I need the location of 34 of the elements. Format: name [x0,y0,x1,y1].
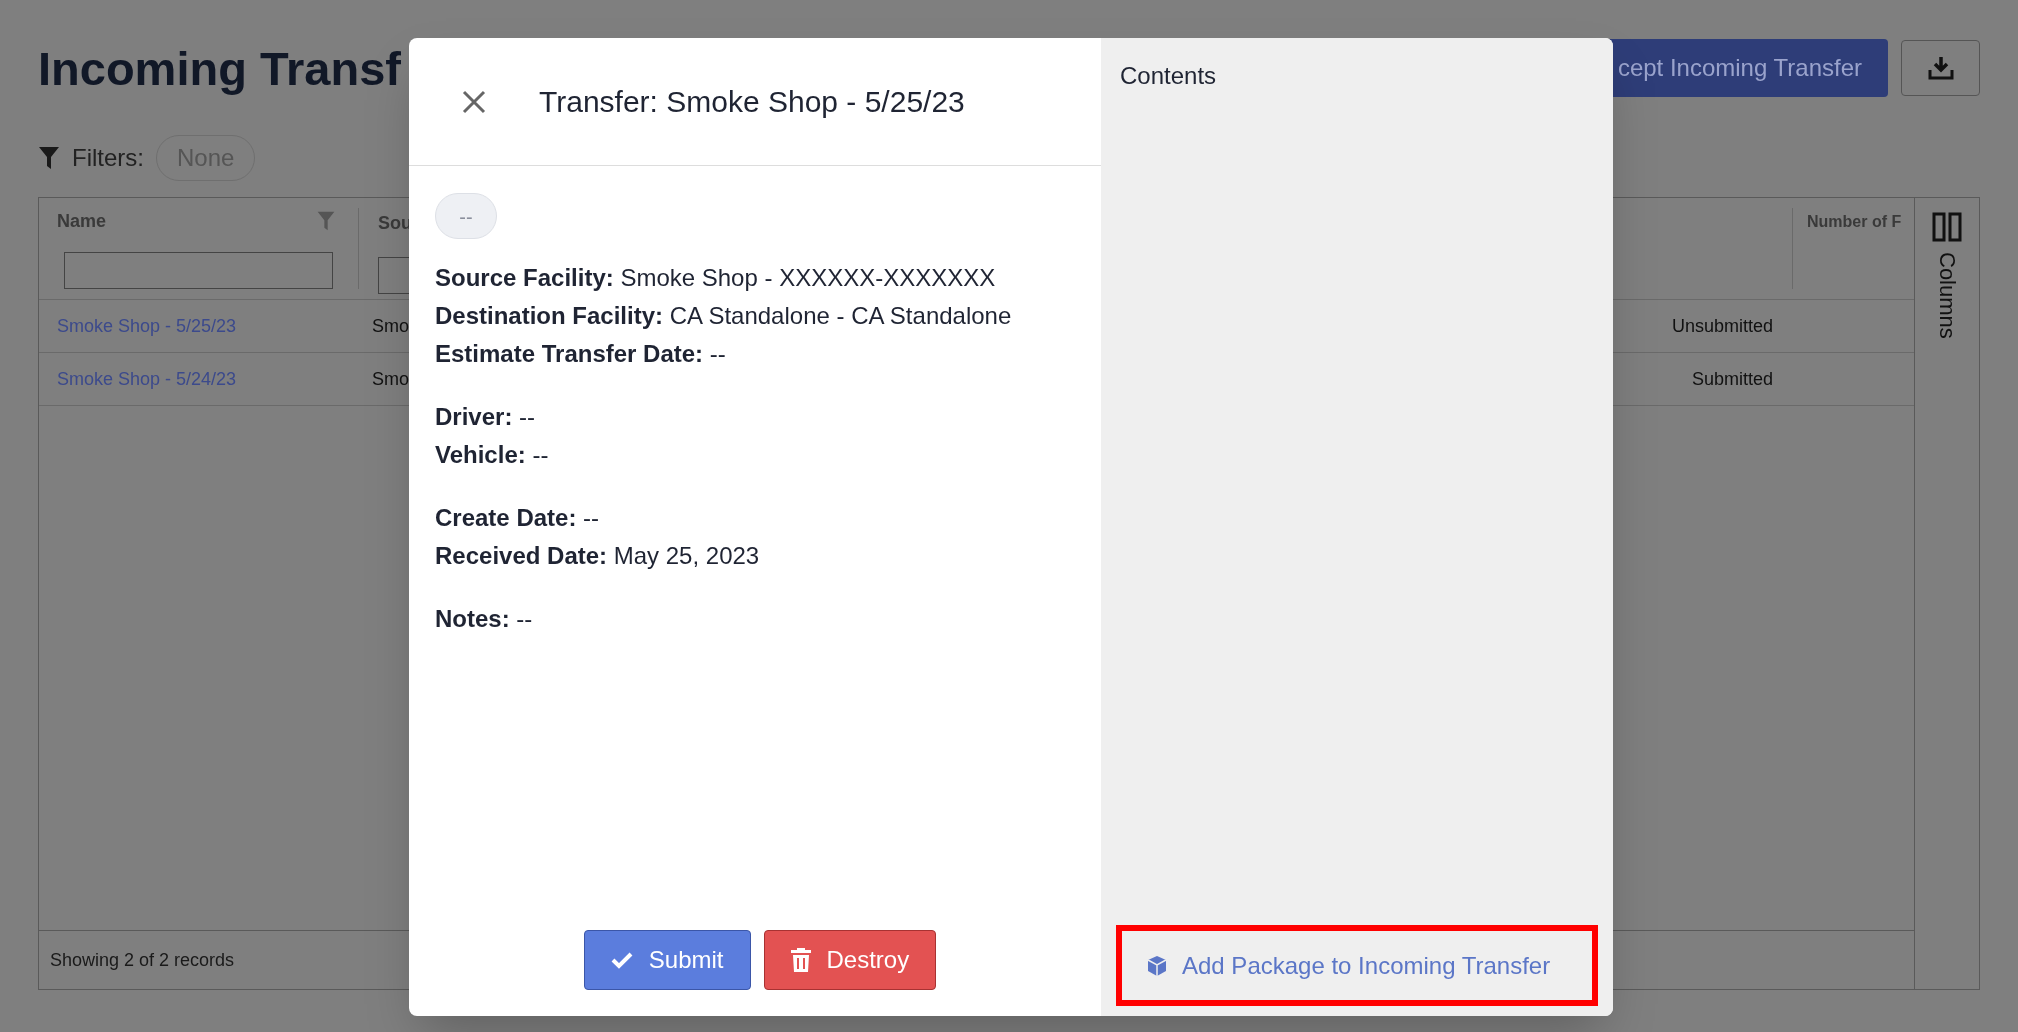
close-icon [462,89,486,114]
download-button[interactable] [1901,40,1980,96]
table-cell-text: Unsubmitted [1671,314,1773,338]
filters-label: Filters: [72,143,144,173]
table-cell-text: Smo [372,367,409,391]
record-count: Showing 2 of 2 records [50,948,235,972]
contents-heading: Contents [1120,61,1218,91]
detail-line: Create Date: -- [435,503,601,533]
detail-line: Notes: -- [435,604,534,634]
column-header[interactable]: Name [57,207,107,235]
add-package-link[interactable]: Add Package to Incoming Transfer [1146,947,1551,984]
detail-line: Source Facility: Smoke Shop - XXXXXX-XXXXXXX [435,263,997,293]
column-header[interactable]: Number of F [1807,213,1902,230]
detail-line: Estimate Transfer Date: -- [435,339,727,369]
columns-toggle[interactable]: Columns [1930,212,1964,339]
modal-title: Transfer: Smoke Shop - 5/25/23 [539,84,965,120]
detail-line: Destination Facility: CA Standalone - CA Standalone [435,301,1013,331]
filter-icon [38,146,60,170]
destroy-button[interactable]: Destroy [763,930,937,990]
detail-line: Driver: -- [435,402,537,432]
status-badge: -- [435,193,497,239]
submit-button[interactable]: Submit [583,930,751,990]
detail-line: Received Date: May 25, 2023 [435,541,761,571]
trash-icon [790,948,811,972]
table-cell-text: Submitted [1691,367,1773,391]
transfer-link[interactable]: Smoke Shop - 5/25/23 [57,315,237,336]
table-cell-text: Smo [372,314,409,338]
columns-icon [1932,212,1962,242]
transfer-link[interactable]: Smoke Shop - 5/24/23 [57,368,237,389]
check-icon [610,951,633,969]
filter-input[interactable] [64,252,333,289]
detail-line: Vehicle: -- [435,440,550,470]
box-icon [1146,954,1168,977]
download-icon [1927,56,1954,80]
